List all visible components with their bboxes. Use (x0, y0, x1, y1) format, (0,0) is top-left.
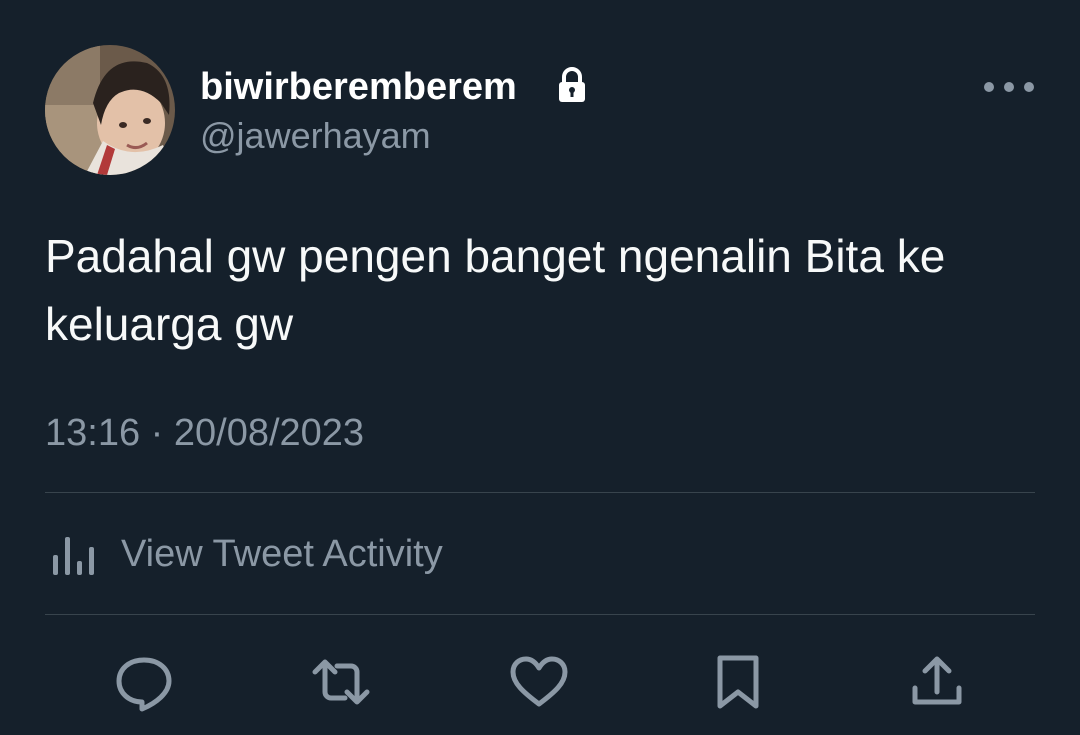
lock-icon (556, 66, 588, 104)
divider (45, 492, 1035, 493)
reply-button[interactable] (114, 652, 174, 712)
retweet-button[interactable] (311, 652, 371, 712)
heart-icon (510, 656, 568, 707)
share-button[interactable] (907, 652, 967, 712)
bookmark-icon (717, 655, 759, 709)
tweet-timestamp[interactable]: 13:16 · 20/08/2023 (45, 410, 364, 456)
avatar[interactable] (45, 45, 175, 175)
tweet-detail: biwirberemberem @jawerhayam Padahal gw p… (0, 0, 1080, 735)
tweet-text: Padahal gw pengen banget ngenalin Bita k… (45, 230, 946, 350)
display-name[interactable]: biwirberemberem (200, 64, 517, 110)
reply-icon (116, 657, 172, 712)
divider (45, 614, 1035, 615)
share-icon (912, 656, 962, 705)
retweet-icon (312, 659, 370, 705)
bookmark-button[interactable] (708, 652, 768, 712)
view-tweet-activity-label: View Tweet Activity (121, 533, 443, 575)
analytics-icon (53, 537, 94, 575)
user-handle[interactable]: @jawerhayam (200, 115, 431, 157)
more-options-icon[interactable] (980, 76, 1038, 98)
like-button[interactable] (509, 652, 569, 712)
view-tweet-activity-button[interactable]: View Tweet Activity (45, 522, 443, 586)
